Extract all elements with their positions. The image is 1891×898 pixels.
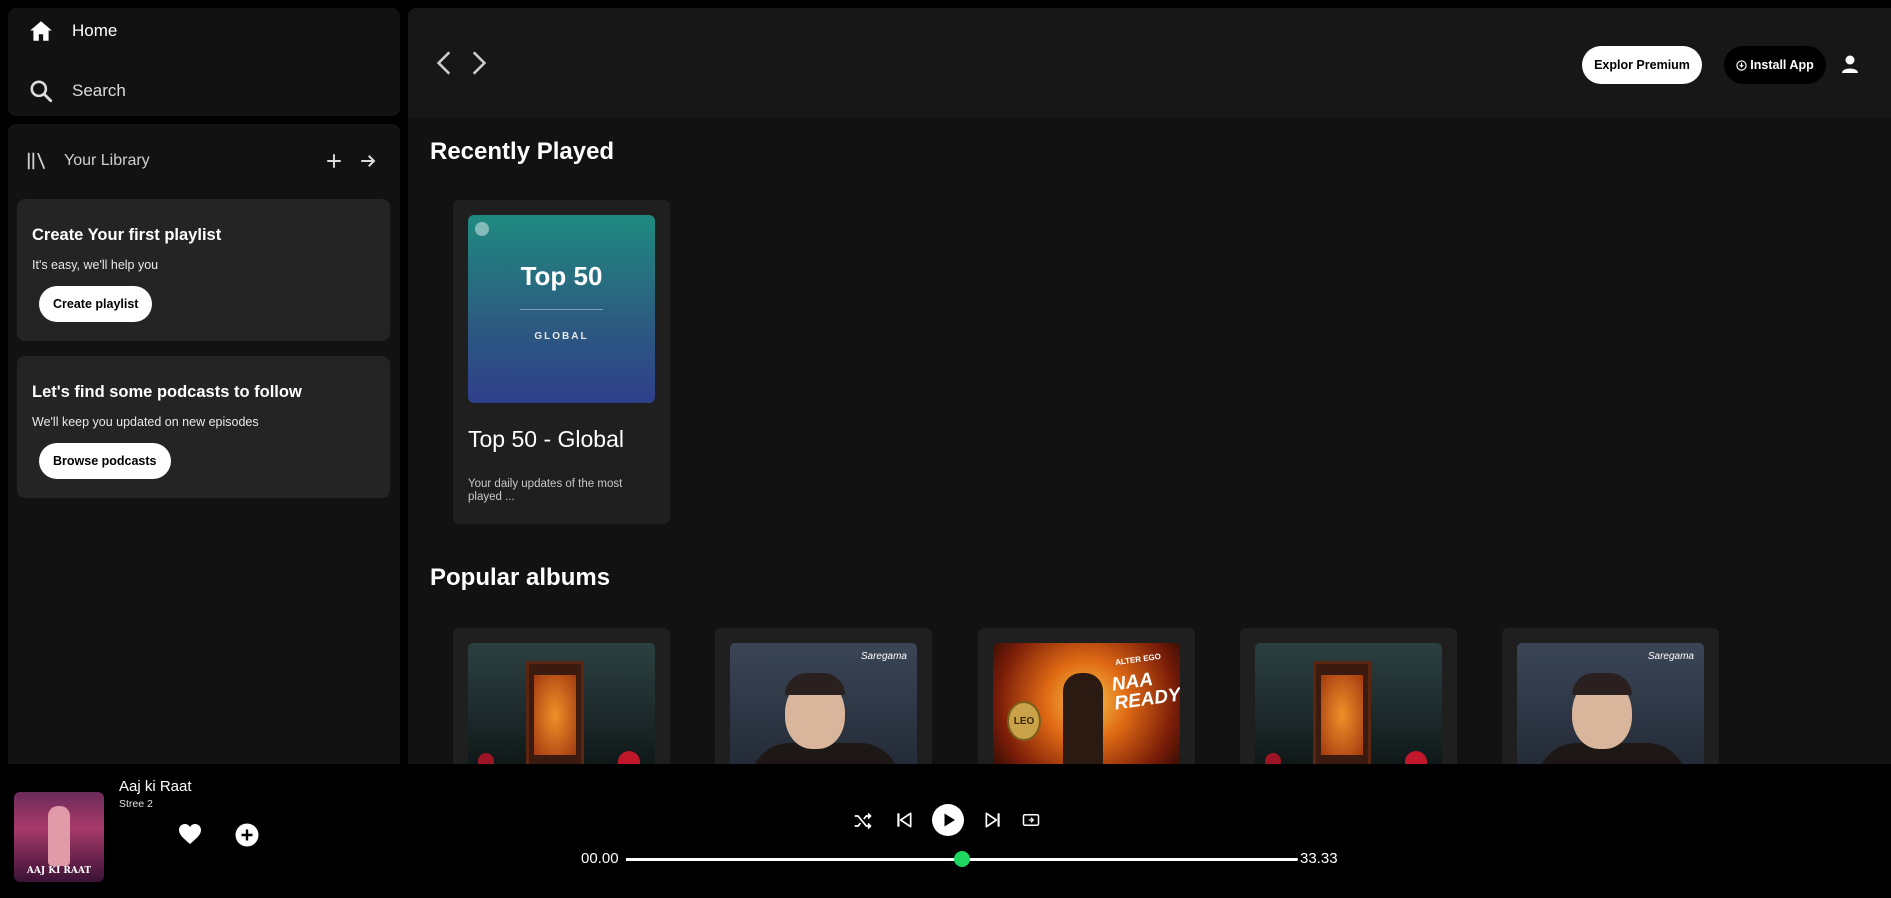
- back-arrow-icon[interactable]: [432, 48, 458, 78]
- spotify-logo-icon: [475, 222, 489, 236]
- album-art-phone-booth: [468, 643, 655, 764]
- album-card[interactable]: [453, 628, 670, 764]
- progress-fill: [626, 858, 962, 861]
- library-icon[interactable]: [26, 150, 48, 172]
- podcasts-heading: Let's find some podcasts to follow: [32, 383, 302, 401]
- album-art-coin: LEO: [1007, 701, 1041, 741]
- forward-arrow-icon[interactable]: [465, 48, 491, 78]
- current-time: 00.00: [581, 850, 619, 867]
- create-playlist-button[interactable]: Create playlist: [39, 286, 153, 322]
- top50-cover: Top 50 GLOBAL: [468, 215, 655, 403]
- create-playlist-heading: Create Your first playlist: [32, 226, 222, 244]
- install-app-label: Install App: [1750, 58, 1814, 72]
- expand-library-button[interactable]: [354, 147, 382, 175]
- cover-divider: [520, 309, 603, 310]
- album-card[interactable]: Saregama: [1502, 628, 1719, 764]
- shuffle-icon[interactable]: [853, 811, 873, 831]
- album-card[interactable]: Saregama: [715, 628, 932, 764]
- library-header: Your Library: [26, 146, 382, 176]
- home-icon: [30, 21, 52, 41]
- popular-albums-title: Popular albums: [430, 564, 611, 591]
- top-bar: Explor Premium Install App: [408, 8, 1891, 118]
- album-art-portrait: Saregama: [730, 643, 917, 764]
- heart-icon[interactable]: [178, 823, 202, 845]
- create-playlist-text: It's easy, we'll help you: [32, 258, 159, 272]
- playlist-description: Your daily updates of the most played ..…: [468, 478, 623, 503]
- install-app-button[interactable]: Install App: [1724, 46, 1826, 84]
- arrow-right-icon: [361, 155, 376, 167]
- play-button[interactable]: [932, 804, 964, 836]
- plus-icon: [327, 154, 341, 168]
- podcasts-card: Let's find some podcasts to follow We'll…: [17, 356, 390, 498]
- add-playlist-button[interactable]: [320, 147, 348, 175]
- total-time: 33.33: [1300, 850, 1338, 867]
- now-playing-title[interactable]: Aaj ki Raat: [119, 778, 192, 795]
- album-art-label-top: ALTER EGO: [1114, 651, 1162, 668]
- album-card[interactable]: LEO ALTER EGO NAA READY: [978, 628, 1195, 764]
- main-panel: Explor Premium Install App Recently Play…: [408, 8, 1891, 764]
- create-playlist-card: Create Your first playlist It's easy, we…: [17, 199, 390, 341]
- player-bar: AAJ KI RAAT Aaj ki Raat Stree 2 00.00 33…: [0, 764, 1891, 898]
- album-art-phone-booth: [1255, 643, 1442, 764]
- album-art-portrait: Saregama: [1517, 643, 1704, 764]
- previous-icon[interactable]: [894, 810, 914, 830]
- playlist-card-top50[interactable]: Top 50 GLOBAL Top 50 - Global Your daily…: [453, 200, 670, 524]
- progress-thumb[interactable]: [954, 851, 970, 867]
- album-art-label-main: NAA READY: [1110, 669, 1180, 715]
- progress-bar[interactable]: [626, 851, 1298, 867]
- user-icon[interactable]: [1838, 52, 1862, 76]
- album-art-leo: LEO ALTER EGO NAA READY: [993, 643, 1180, 764]
- download-icon: [1736, 59, 1747, 71]
- nav-home[interactable]: Home: [28, 18, 117, 44]
- cover-subtitle: GLOBAL: [534, 331, 589, 342]
- playlist-title: Top 50 - Global: [468, 426, 624, 452]
- library-panel: Your Library Create Your first playlist …: [8, 124, 400, 764]
- now-playing-artist[interactable]: Stree 2: [119, 798, 153, 810]
- search-icon: [30, 80, 53, 103]
- add-to-library-icon[interactable]: [235, 823, 259, 847]
- album-card[interactable]: [1240, 628, 1457, 764]
- recently-played-title: Recently Played: [430, 138, 615, 165]
- sidebar-nav: Home Search: [8, 8, 400, 116]
- browse-podcasts-button[interactable]: Browse podcasts: [39, 443, 171, 479]
- explore-premium-button[interactable]: Explor Premium: [1582, 46, 1702, 84]
- now-playing-art[interactable]: AAJ KI RAAT: [14, 792, 104, 882]
- library-title: Your Library: [64, 152, 150, 169]
- nav-search[interactable]: Search: [28, 78, 126, 104]
- repeat-icon[interactable]: [1022, 811, 1040, 829]
- cover-title: Top 50: [520, 261, 603, 291]
- nav-home-label: Home: [72, 21, 118, 40]
- next-icon[interactable]: [983, 810, 1003, 830]
- nav-search-label: Search: [72, 81, 126, 100]
- album-art-label: Saregama: [860, 651, 907, 662]
- podcasts-text: We'll keep you updated on new episodes: [32, 415, 259, 429]
- now-playing-art-label: AAJ KI RAAT: [26, 866, 92, 876]
- album-art-label: Saregama: [1647, 651, 1694, 662]
